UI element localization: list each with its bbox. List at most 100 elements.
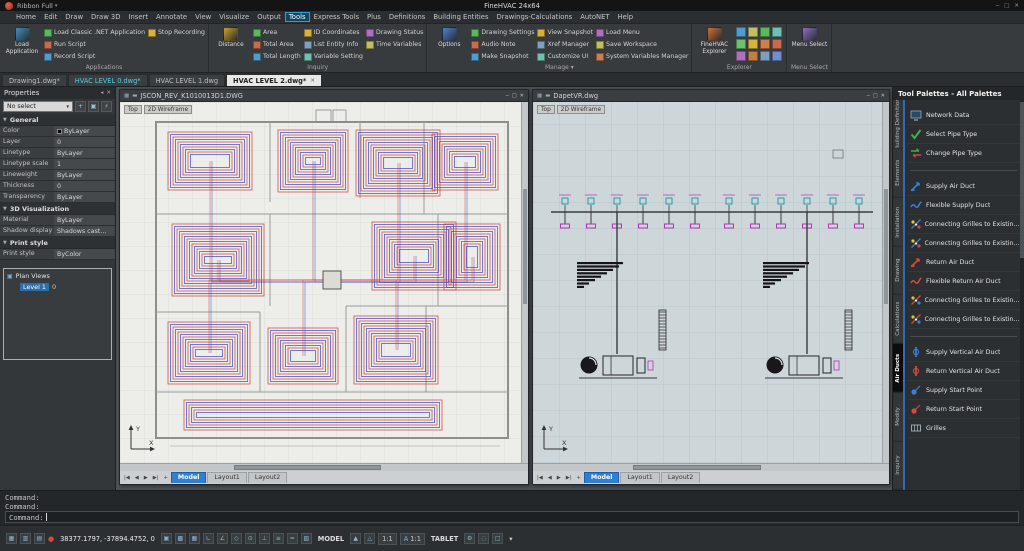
layout-tab-layout1[interactable]: Layout1 — [620, 472, 659, 483]
palette-tab-elements[interactable]: Elements — [893, 149, 903, 198]
last-layout-icon[interactable]: ▶| — [151, 475, 161, 481]
menu-definitions[interactable]: Definitions — [385, 12, 429, 22]
plan-views-level-item[interactable]: Level 1 0 — [20, 283, 108, 291]
next-layout-icon[interactable]: ▶ — [555, 475, 563, 481]
menu-autonet[interactable]: AutoNET — [576, 12, 613, 22]
ribbon-item-customize-ui[interactable]: Customize UI — [537, 51, 593, 62]
ribbon-item-xref-manager[interactable]: Xref Manager — [537, 39, 593, 50]
palette-tool-supply-start-point[interactable]: Supply Start Point — [908, 381, 1023, 400]
window-titlebar[interactable]: ▦ ▬ DapetVR.dwg ─ □ ✕ — [533, 90, 889, 102]
explorer-tool-icon[interactable] — [736, 51, 746, 61]
explorer-tool-icon[interactable] — [760, 27, 770, 37]
object-tracking-icon[interactable]: ⊙ — [245, 533, 256, 544]
menu-draw[interactable]: Draw — [61, 12, 87, 22]
toggle-pickadd-icon[interactable]: + — [75, 101, 86, 112]
window-restore-button[interactable]: □ — [873, 93, 878, 99]
window-minimize-button[interactable]: ─ — [506, 93, 509, 99]
new-layout-icon[interactable]: + — [162, 475, 170, 481]
explorer-tool-icon[interactable] — [736, 27, 746, 37]
layout-tab-model[interactable]: Model — [171, 472, 207, 483]
ribbon-item-id-coordinates[interactable]: ID Coordinates — [304, 27, 363, 38]
document-tab-hvac-level-2-dwg[interactable]: HVAC LEVEL 2.dwg*✕ — [226, 74, 322, 86]
ductwork-canvas[interactable]: Top 2D Wireframe Y X — [533, 102, 889, 463]
dynamic-input-icon[interactable]: ≡ — [273, 533, 284, 544]
explorer-tool-icon[interactable] — [760, 39, 770, 49]
annotation-autoscale-icon[interactable]: △ — [364, 533, 375, 544]
ribbon-item-record-script[interactable]: Record Script — [44, 51, 145, 62]
document-tab-drawing1-dwg[interactable]: Drawing1.dwg* — [2, 74, 67, 86]
explorer-tool-icon[interactable] — [772, 51, 782, 61]
ribbon-button-distance[interactable]: Distance — [212, 25, 250, 63]
section-header-general[interactable]: ▼General — [0, 114, 115, 126]
layout-tab-layout2[interactable]: Layout2 — [248, 472, 287, 483]
tablet-toggle[interactable]: TABLET — [431, 535, 458, 543]
restore-button[interactable]: □ — [1004, 3, 1009, 9]
ribbon-item-drawing-settings[interactable]: Drawing Settings — [471, 27, 534, 38]
ribbon-item-total-area[interactable]: Total Area — [253, 39, 301, 50]
property-row-linetype-scale[interactable]: Linetype scale1 — [0, 159, 115, 170]
selection-dropdown[interactable]: No select ▾ — [3, 101, 73, 112]
menu-view[interactable]: View — [191, 12, 215, 22]
property-row-transparency[interactable]: TransparencyByLayer — [0, 192, 115, 203]
menu-help[interactable]: Help — [614, 12, 638, 22]
explorer-tool-icon[interactable] — [760, 51, 770, 61]
menu-building-entities[interactable]: Building Entities — [429, 12, 492, 22]
ribbon-item-system-variables-manager[interactable]: System Variables Manager — [596, 51, 688, 62]
first-layout-icon[interactable]: |◀ — [535, 475, 545, 481]
ribbon-item-area[interactable]: Area — [253, 27, 301, 38]
window-menu-icon[interactable]: ▦ — [124, 93, 129, 99]
palette-tool-supply-air-duct[interactable]: Supply Air Duct — [908, 177, 1023, 196]
transparency-icon[interactable]: ▨ — [301, 533, 312, 544]
isolate-objects-icon[interactable]: ◌ — [478, 533, 489, 544]
palette-tool-connecting-grilles-to-existing-duct[interactable]: Connecting Grilles to Existing Duct — [908, 234, 1023, 253]
viewport-control[interactable]: Top — [537, 105, 555, 114]
dynamic-ucs-icon[interactable]: ⊥ — [259, 533, 270, 544]
palette-tool-connecting-grilles-to-existing-duct[interactable]: Connecting Grilles to Existing Duct — [908, 310, 1023, 329]
horizontal-scrollbar[interactable] — [120, 463, 528, 471]
property-row-thickness[interactable]: Thickness0 — [0, 181, 115, 192]
menu-tools[interactable]: Tools — [285, 12, 310, 22]
explorer-tool-icon[interactable] — [748, 27, 758, 37]
palette-tool-return-air-duct[interactable]: Return Air Duct — [908, 253, 1023, 272]
quick-view-icon[interactable]: ▤ — [34, 533, 45, 544]
horizontal-scrollbar[interactable] — [533, 463, 889, 471]
menu-drawings-calculations[interactable]: Drawings-Calculations — [493, 12, 577, 22]
lineweight-icon[interactable]: ═ — [287, 533, 298, 544]
ribbon-item-load-classic-net-application[interactable]: Load Classic .NET Application — [44, 27, 145, 38]
plan-views-root[interactable]: ▣ Plan Views — [7, 272, 108, 280]
palette-tool-flexible-return-air-duct[interactable]: Flexible Return Air Duct — [908, 272, 1023, 291]
ribbon-button-menu-select[interactable]: Menu Select — [790, 25, 828, 63]
ribbon-button-finehvac-explorer[interactable]: FineHVAC Explorer — [695, 25, 733, 63]
palette-scrollbar[interactable] — [1020, 100, 1024, 490]
palette-tab-inquiry[interactable]: Inquiry — [893, 441, 903, 490]
palette-tool-network-data[interactable]: Network Data — [908, 106, 1023, 125]
palette-tool-connecting-grilles-to-existing-duct[interactable]: Connecting Grilles to Existing Duct — [908, 215, 1023, 234]
ribbon-item-list-entity-info[interactable]: List Entity Info — [304, 39, 363, 50]
menu-home[interactable]: Home — [12, 12, 40, 22]
explorer-tool-icon[interactable] — [748, 39, 758, 49]
ribbon-item-drawing-status[interactable]: Drawing Status — [366, 27, 423, 38]
window-menu-icon[interactable]: ▦ — [537, 93, 542, 99]
model-space-button[interactable]: MODEL — [318, 535, 344, 543]
visual-style-control[interactable]: 2D Wireframe — [557, 105, 605, 114]
first-layout-icon[interactable]: |◀ — [122, 475, 132, 481]
palette-tool-grilles[interactable]: Grilles — [908, 419, 1023, 438]
workspace-selector[interactable]: Ribbon Full — [17, 2, 53, 10]
explorer-tool-icon[interactable] — [772, 27, 782, 37]
menu-output[interactable]: Output — [253, 12, 285, 22]
palette-tool-return-vertical-air-duct[interactable]: Return Vertical Air Duct — [908, 362, 1023, 381]
menu-annotate[interactable]: Annotate — [152, 12, 191, 22]
snap-icon[interactable]: ▩ — [175, 533, 186, 544]
ribbon-item-audio-note[interactable]: Audio Note — [471, 39, 534, 50]
property-row-print-style[interactable]: Print styleByColor — [0, 249, 115, 260]
property-row-lineweight[interactable]: LineweightByLayer — [0, 170, 115, 181]
palette-tool-change-pipe-type[interactable]: Change Pipe Type — [908, 144, 1023, 163]
ribbon-item-load-menu[interactable]: Load Menu — [596, 27, 688, 38]
section-header-3d-visualization[interactable]: ▼3D Visualization — [0, 203, 115, 215]
ribbon-item-save-workspace[interactable]: Save Workspace — [596, 39, 688, 50]
next-layout-icon[interactable]: ▶ — [142, 475, 150, 481]
infer-constraints-icon[interactable]: ▣ — [161, 533, 172, 544]
layout-tab-model[interactable]: Model — [584, 472, 620, 483]
palette-tab-installation[interactable]: Installation — [893, 198, 903, 247]
window-close-button[interactable]: ✕ — [520, 93, 524, 99]
